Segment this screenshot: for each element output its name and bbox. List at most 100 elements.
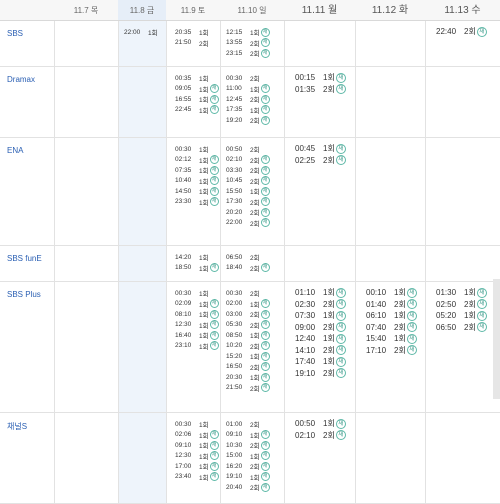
airing-entry[interactable]: 16:40 1회 재: [175, 330, 219, 341]
airing-entry[interactable]: 00:35 1회: [175, 73, 219, 84]
airing-entry[interactable]: 00:15 1회 재: [295, 72, 346, 84]
airing-entry[interactable]: 22:40 2회 재: [436, 26, 487, 38]
airing-entry[interactable]: 13:55 2회 재: [226, 38, 270, 49]
airing-entry[interactable]: 08:50 1회 재: [226, 330, 270, 341]
airing-entry[interactable]: 07:35 1회 재: [175, 165, 219, 176]
airing-entry[interactable]: 18:40 2회 재: [226, 263, 270, 274]
airing-entry[interactable]: 20:30 1회 재: [226, 372, 270, 383]
airing-entry[interactable]: 12:30 1회 재: [175, 451, 219, 462]
airing-entry[interactable]: 06:50 2회: [226, 252, 270, 263]
airing-entry[interactable]: 15:40 1회 재: [366, 333, 417, 345]
airing-entry[interactable]: 12:40 1회 재: [295, 333, 346, 345]
airing-entry[interactable]: 12:30 1회 재: [175, 320, 219, 331]
airing-entry[interactable]: 01:30 1회 재: [436, 287, 487, 299]
airing-entry[interactable]: 12:15 1회 재: [226, 27, 270, 38]
airing-entry[interactable]: 12:45 2회 재: [226, 94, 270, 105]
airing-entry[interactable]: 02:50 2회 재: [436, 299, 487, 311]
airing-entry[interactable]: 02:10 2회 재: [295, 430, 346, 442]
airing-entry[interactable]: 16:55 1회 재: [175, 94, 219, 105]
airing-entry[interactable]: 18:50 1회 재: [175, 263, 219, 274]
airing-entry[interactable]: 00:50 2회: [226, 144, 270, 155]
airing-entry[interactable]: 23:30 1회 재: [175, 197, 219, 208]
airing-entry[interactable]: 22:00 1회: [124, 27, 158, 38]
airing-entry[interactable]: 00:45 1회 재: [295, 143, 346, 155]
airing-entry[interactable]: 22:45 1회 재: [175, 105, 219, 116]
airing-entry[interactable]: 09:00 2회 재: [295, 322, 346, 334]
airing-entry[interactable]: 14:50 1회 재: [175, 186, 219, 197]
airing-entry[interactable]: 02:30 2회 재: [295, 299, 346, 311]
airing-entry[interactable]: 00:10 1회 재: [366, 287, 417, 299]
channel-name[interactable]: 채널S: [7, 421, 27, 432]
episode-number: 1회: [199, 189, 209, 197]
airing-entry[interactable]: 02:10 2회 재: [226, 155, 270, 166]
airing-entry[interactable]: 00:50 1회 재: [295, 418, 346, 430]
airing-entry[interactable]: 03:00 2회 재: [226, 309, 270, 320]
airing-entry[interactable]: 20:40 2회 재: [226, 482, 270, 493]
airing-entry[interactable]: 02:09 1회 재: [175, 299, 219, 310]
airing-entry[interactable]: 20:20 2회 재: [226, 207, 270, 218]
airing-entry[interactable]: 20:35 1회: [175, 27, 209, 38]
airing-entry[interactable]: 10:40 1회 재: [175, 176, 219, 187]
airing-entry[interactable]: 02:12 1회 재: [175, 155, 219, 166]
schedule-cell: 00:30 1회 02:06 1회 재 09:10 1회 재 12:30 1회 재 17:00 1회 재 2…: [175, 419, 219, 482]
airing-entry[interactable]: 07:30 1회 재: [295, 310, 346, 322]
channel-name[interactable]: SBS Plus: [7, 290, 41, 299]
airing-entry[interactable]: 00:30 1회: [175, 288, 219, 299]
airing-entry[interactable]: 17:40 1회 재: [295, 356, 346, 368]
airing-entry[interactable]: 03:30 2회 재: [226, 165, 270, 176]
airing-entry[interactable]: 17:00 1회 재: [175, 461, 219, 472]
airing-entry[interactable]: 11:00 1회 재: [226, 84, 270, 95]
airing-entry[interactable]: 02:00 1회 재: [226, 299, 270, 310]
airing-entry[interactable]: 00:30 2회: [226, 73, 270, 84]
airing-entry[interactable]: 21:50 2회: [175, 38, 209, 49]
airing-entry[interactable]: 19:10 2회 재: [295, 368, 346, 380]
air-time: 07:40: [366, 322, 387, 332]
schedule-cell: 00:15 1회 재 01:35 2회 재: [295, 72, 346, 95]
airing-entry[interactable]: 19:10 1회 재: [226, 472, 270, 483]
episode-number: 2회: [199, 40, 209, 48]
airing-entry[interactable]: 06:10 1회 재: [366, 310, 417, 322]
airing-entry[interactable]: 15:20 1회 재: [226, 351, 270, 362]
airing-entry[interactable]: 14:10 2회 재: [295, 345, 346, 357]
channel-name[interactable]: SBS: [7, 29, 23, 38]
airing-entry[interactable]: 01:35 2회 재: [295, 84, 346, 96]
airing-entry[interactable]: 17:10 2회 재: [366, 345, 417, 357]
airing-entry[interactable]: 09:10 1회 재: [175, 440, 219, 451]
rerun-badge-icon: 재: [260, 197, 270, 207]
airing-entry[interactable]: 00:30 1회: [175, 144, 219, 155]
airing-entry[interactable]: 23:40 1회 재: [175, 472, 219, 483]
airing-entry[interactable]: 08:10 1회 재: [175, 309, 219, 320]
airing-entry[interactable]: 00:30 2회: [226, 288, 270, 299]
airing-entry[interactable]: 17:35 1회 재: [226, 105, 270, 116]
airing-entry[interactable]: 23:15 2회 재: [226, 48, 270, 59]
airing-entry[interactable]: 15:00 1회 재: [226, 451, 270, 462]
airing-entry[interactable]: 01:40 2회 재: [366, 299, 417, 311]
airing-entry[interactable]: 05:30 2회 재: [226, 320, 270, 331]
airing-entry[interactable]: 22:00 2회 재: [226, 218, 270, 229]
airing-entry[interactable]: 01:10 1회 재: [295, 287, 346, 299]
airing-entry[interactable]: 09:05 1회 재: [175, 84, 219, 95]
airing-entry[interactable]: 02:06 1회 재: [175, 430, 219, 441]
airing-entry[interactable]: 10:30 2회 재: [226, 440, 270, 451]
channel-name[interactable]: SBS funE: [7, 254, 42, 263]
airing-entry[interactable]: 06:50 2회 재: [436, 322, 487, 334]
airing-entry[interactable]: 10:45 2회 재: [226, 176, 270, 187]
airing-entry[interactable]: 16:20 2회 재: [226, 461, 270, 472]
channel-name[interactable]: Dramax: [7, 75, 35, 84]
airing-entry[interactable]: 14:20 1회: [175, 252, 219, 263]
airing-entry[interactable]: 01:00 2회: [226, 419, 270, 430]
airing-entry[interactable]: 10:20 2회 재: [226, 341, 270, 352]
channel-name[interactable]: ENA: [7, 146, 23, 155]
airing-entry[interactable]: 19:20 2회 재: [226, 115, 270, 126]
airing-entry[interactable]: 07:40 2회 재: [366, 322, 417, 334]
airing-entry[interactable]: 02:25 2회 재: [295, 155, 346, 167]
airing-entry[interactable]: 17:30 2회 재: [226, 197, 270, 208]
airing-entry[interactable]: 16:50 2회 재: [226, 362, 270, 373]
airing-entry[interactable]: 23:10 1회 재: [175, 341, 219, 352]
airing-entry[interactable]: 09:10 1회 재: [226, 430, 270, 441]
scrollbar[interactable]: [493, 279, 500, 399]
airing-entry[interactable]: 05:20 1회 재: [436, 310, 487, 322]
airing-entry[interactable]: 15:50 1회 재: [226, 186, 270, 197]
airing-entry[interactable]: 00:30 1회: [175, 419, 219, 430]
airing-entry[interactable]: 21:50 2회 재: [226, 383, 270, 394]
